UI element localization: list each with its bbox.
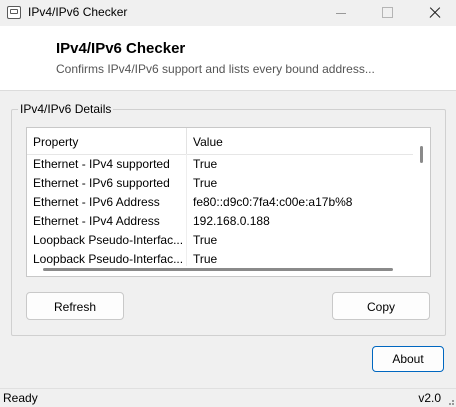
column-header-property[interactable]: Property xyxy=(33,135,78,149)
property-cell: Ethernet - IPv4 Address xyxy=(33,214,160,228)
close-button[interactable] xyxy=(410,0,456,26)
minimize-button[interactable] xyxy=(318,0,364,26)
listview-header: Property Value xyxy=(27,128,413,155)
header-banner: IPv4/IPv6 Checker Confirms IPv4/IPv6 sup… xyxy=(0,26,456,91)
value-cell: True xyxy=(193,233,218,247)
vertical-scrollbar[interactable] xyxy=(420,146,423,163)
value-cell: True xyxy=(193,176,218,190)
title-bar: IPv4/IPv6 Checker xyxy=(0,0,456,26)
table-row[interactable]: Loopback Pseudo-Interfac... True xyxy=(27,249,413,268)
table-row[interactable]: Ethernet - IPv4 supported True xyxy=(27,154,413,173)
column-divider[interactable] xyxy=(186,128,187,154)
maximize-button[interactable] xyxy=(364,0,410,26)
page-subtitle: Confirms IPv4/IPv6 support and lists eve… xyxy=(56,62,375,76)
value-cell: True xyxy=(193,157,218,171)
column-header-value[interactable]: Value xyxy=(193,135,223,149)
property-cell: Loopback Pseudo-Interfac... xyxy=(33,252,184,266)
value-cell: fe80::d9c0:7fa4:c00e:a17b%8 xyxy=(193,195,353,209)
about-button[interactable]: About xyxy=(372,346,444,372)
refresh-button[interactable]: Refresh xyxy=(26,292,124,320)
copy-button[interactable]: Copy xyxy=(332,292,430,320)
property-cell: Ethernet - IPv6 Address xyxy=(33,195,160,209)
page-title: IPv4/IPv6 Checker xyxy=(56,40,186,57)
status-text: Ready xyxy=(3,391,38,405)
version-label: v2.0 xyxy=(418,391,441,405)
property-cell: Loopback Pseudo-Interfac... xyxy=(33,233,184,247)
window-title: IPv4/IPv6 Checker xyxy=(28,5,128,19)
horizontal-scrollbar[interactable] xyxy=(43,268,393,271)
table-row[interactable]: Ethernet - IPv6 Address fe80::d9c0:7fa4:… xyxy=(27,192,413,211)
property-cell: Ethernet - IPv6 supported xyxy=(33,176,170,190)
status-bar: Ready v2.0 xyxy=(0,388,456,407)
table-row[interactable]: Ethernet - IPv6 supported True xyxy=(27,173,413,192)
table-row[interactable]: Loopback Pseudo-Interfac... True xyxy=(27,230,413,249)
groupbox-label: IPv4/IPv6 Details xyxy=(18,102,114,116)
value-cell: 192.168.0.188 xyxy=(193,214,270,228)
app-window-icon xyxy=(7,6,21,19)
property-cell: Ethernet - IPv4 supported xyxy=(33,157,170,171)
details-listview[interactable]: Property Value Ethernet - IPv4 supported… xyxy=(26,127,431,277)
resize-grip-icon[interactable] xyxy=(446,397,454,405)
table-row[interactable]: Ethernet - IPv4 Address 192.168.0.188 xyxy=(27,211,413,230)
value-cell: True xyxy=(193,252,218,266)
